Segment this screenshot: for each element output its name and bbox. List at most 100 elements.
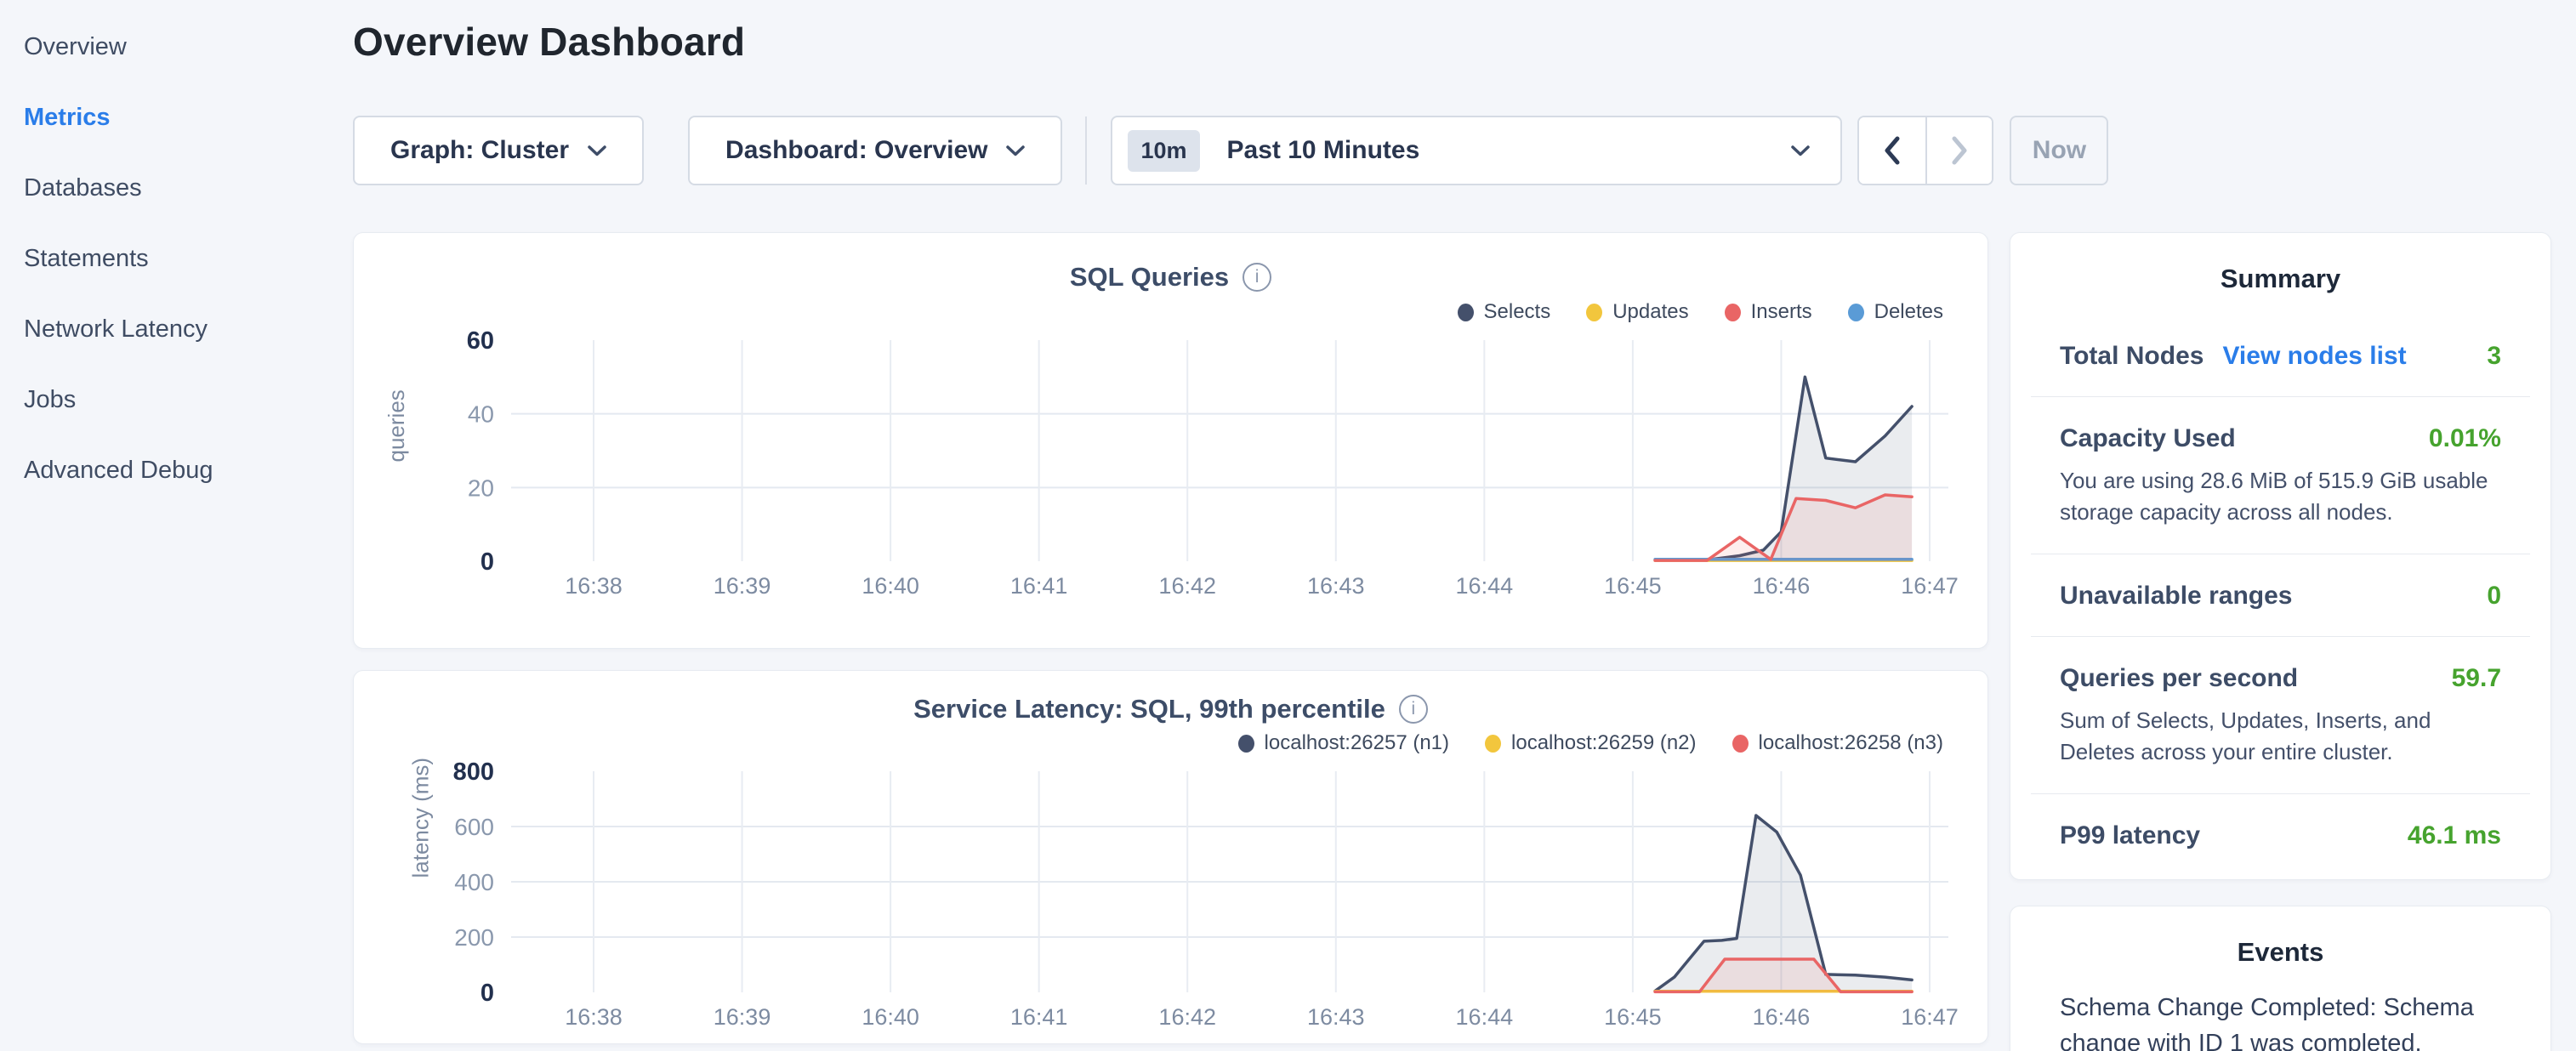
info-icon[interactable]: i <box>1399 695 1428 724</box>
view-nodes-list-link[interactable]: View nodes list <box>2222 342 2406 371</box>
events-panel: Events Schema Change Completed: Schema c… <box>2010 906 2551 1051</box>
page-title: Overview Dashboard <box>353 19 2551 65</box>
time-forward-button[interactable] <box>1925 117 1992 184</box>
svg-text:16:41: 16:41 <box>1010 573 1068 599</box>
summary-label: Unavailable ranges <box>2060 582 2292 611</box>
svg-text:16:44: 16:44 <box>1456 573 1514 599</box>
sidebar-item-metrics[interactable]: Metrics <box>0 82 353 153</box>
app-root: Overview Metrics Databases Statements Ne… <box>0 0 2576 1051</box>
sidebar-item-overview[interactable]: Overview <box>0 12 353 82</box>
svg-text:16:46: 16:46 <box>1753 1004 1811 1030</box>
dashboard-body: SQL Queries i Selects Updates Inserts De… <box>353 232 2551 1051</box>
legend-dot <box>1238 735 1254 753</box>
legend-item: localhost:26257 (n1) <box>1238 731 1449 755</box>
svg-text:60: 60 <box>467 330 494 355</box>
chevron-right-icon <box>1950 136 1969 165</box>
time-step-buttons <box>1857 116 1993 185</box>
summary-value: 59.7 <box>2452 664 2501 693</box>
y-axis-label: latency (ms) <box>407 758 434 878</box>
charts-column: SQL Queries i Selects Updates Inserts De… <box>353 232 1988 1051</box>
legend-dot <box>1485 735 1501 753</box>
sidebar-item-network-latency[interactable]: Network Latency <box>0 294 353 365</box>
summary-value: 46.1 ms <box>2408 821 2501 850</box>
summary-row-p99: P99 latency 46.1 ms <box>2010 794 2550 850</box>
svg-text:16:47: 16:47 <box>1901 1004 1959 1030</box>
svg-text:20: 20 <box>468 474 494 501</box>
sidebar-item-statements[interactable]: Statements <box>0 224 353 294</box>
svg-text:16:43: 16:43 <box>1307 1004 1365 1030</box>
svg-text:40: 40 <box>468 401 494 428</box>
summary-row-qps: Queries per second 59.7 Sum of Selects, … <box>2010 637 2550 768</box>
summary-value: 0.01% <box>2429 424 2501 453</box>
svg-text:0: 0 <box>481 980 494 1007</box>
svg-text:16:40: 16:40 <box>862 1004 919 1030</box>
summary-row-total-nodes: Total Nodes View nodes list 3 <box>2010 294 2550 371</box>
svg-text:16:39: 16:39 <box>714 1004 771 1030</box>
chart-title: Service Latency: SQL, 99th percentile <box>913 694 1385 724</box>
sidebar-item-databases[interactable]: Databases <box>0 153 353 224</box>
svg-text:16:42: 16:42 <box>1158 1004 1216 1030</box>
now-button[interactable]: Now <box>2010 116 2108 185</box>
event-text: Schema Change Completed: Schema change w… <box>2060 990 2501 1051</box>
chart-legend: Selects Updates Inserts Deletes <box>354 296 1987 328</box>
sql-queries-chart: 020406016:3816:3916:4016:4116:4216:4316:… <box>354 330 1988 615</box>
svg-text:16:43: 16:43 <box>1307 573 1365 599</box>
graph-dropdown[interactable]: Graph: Cluster <box>353 116 644 185</box>
svg-text:16:47: 16:47 <box>1901 573 1959 599</box>
legend-item: localhost:26259 (n2) <box>1485 731 1696 755</box>
svg-text:16:44: 16:44 <box>1456 1004 1514 1030</box>
svg-text:200: 200 <box>454 924 494 951</box>
events-title: Events <box>2010 906 2550 968</box>
svg-text:400: 400 <box>454 869 494 895</box>
sidebar-item-advanced-debug[interactable]: Advanced Debug <box>0 435 353 506</box>
legend-item: Updates <box>1586 300 1688 324</box>
summary-value: 3 <box>2487 342 2501 371</box>
legend-item: Deletes <box>1848 300 1943 324</box>
legend-dot <box>1848 304 1864 321</box>
summary-label: P99 latency <box>2060 821 2200 850</box>
chevron-down-icon <box>588 145 606 156</box>
summary-subtext: Sum of Selects, Updates, Inserts, and De… <box>2060 693 2502 768</box>
time-range-selector[interactable]: 10m Past 10 Minutes <box>1111 116 1842 185</box>
svg-text:16:41: 16:41 <box>1010 1004 1068 1030</box>
right-panel: Summary Total Nodes View nodes list 3 Ca… <box>2010 232 2551 1051</box>
y-axis-label: queries <box>384 389 410 462</box>
chart-card-sql-queries: SQL Queries i Selects Updates Inserts De… <box>353 232 1988 649</box>
legend-dot <box>1458 304 1474 321</box>
legend-dot <box>1725 304 1741 321</box>
chevron-left-icon <box>1883 136 1902 165</box>
sidebar-item-jobs[interactable]: Jobs <box>0 365 353 435</box>
summary-title: Summary <box>2010 233 2550 294</box>
summary-subtext: You are using 28.6 MiB of 515.9 GiB usab… <box>2060 453 2502 528</box>
summary-label: Capacity Used <box>2060 424 2236 453</box>
svg-text:16:38: 16:38 <box>565 573 623 599</box>
summary-label: Total Nodes <box>2060 342 2204 371</box>
event-list-item[interactable]: Schema Change Completed: Schema change w… <box>2010 968 2550 1051</box>
service-latency-chart: 020040060080016:3816:3916:4016:4116:4216… <box>354 761 1988 1044</box>
legend-item: Selects <box>1458 300 1551 324</box>
svg-text:16:42: 16:42 <box>1158 573 1216 599</box>
svg-text:16:45: 16:45 <box>1604 1004 1662 1030</box>
graph-dropdown-label: Graph: Cluster <box>390 136 569 165</box>
legend-item: Inserts <box>1725 300 1812 324</box>
svg-text:0: 0 <box>481 548 494 576</box>
controls-bar: Graph: Cluster Dashboard: Overview 10m P… <box>353 116 2551 185</box>
chart-legend: localhost:26257 (n1) localhost:26259 (n2… <box>354 727 1987 759</box>
summary-panel: Summary Total Nodes View nodes list 3 Ca… <box>2010 232 2551 880</box>
svg-text:16:45: 16:45 <box>1604 573 1662 599</box>
summary-row-unavailable-ranges: Unavailable ranges 0 <box>2010 554 2550 611</box>
info-icon[interactable]: i <box>1243 263 1271 292</box>
chart-card-service-latency: Service Latency: SQL, 99th percentile i … <box>353 670 1988 1044</box>
svg-text:16:40: 16:40 <box>862 573 919 599</box>
summary-label: Queries per second <box>2060 664 2298 693</box>
time-range-label: Past 10 Minutes <box>1227 136 1792 165</box>
legend-dot <box>1732 735 1749 753</box>
summary-row-capacity: Capacity Used 0.01% You are using 28.6 M… <box>2010 397 2550 528</box>
time-back-button[interactable] <box>1859 117 1925 184</box>
svg-text:16:38: 16:38 <box>565 1004 623 1030</box>
chevron-down-icon <box>1006 145 1025 156</box>
chart-title: SQL Queries <box>1070 262 1229 293</box>
legend-item: localhost:26258 (n3) <box>1732 731 1943 755</box>
legend-dot <box>1586 304 1602 321</box>
dashboard-dropdown[interactable]: Dashboard: Overview <box>688 116 1062 185</box>
